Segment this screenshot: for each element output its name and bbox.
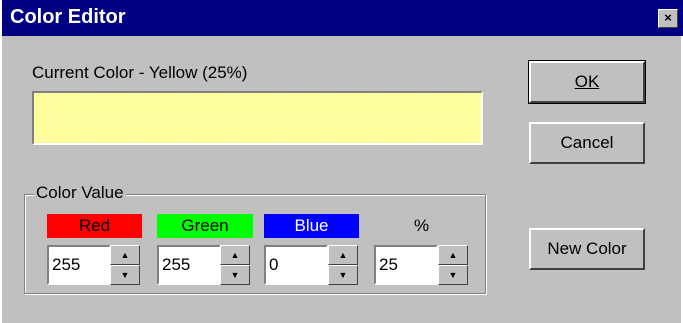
percent-spinner: ▲ ▼ [438,245,468,285]
ok-button-label: OK [574,72,600,91]
green-label: Green [157,214,253,238]
color-value-group-title: Color Value [34,183,126,203]
color-swatch [32,91,483,145]
percent-spin-up-button[interactable]: ▲ [438,245,468,265]
new-color-button[interactable]: New Color [529,228,645,270]
red-spin-up-button[interactable]: ▲ [110,245,140,265]
green-spinner: ▲ ▼ [220,245,250,285]
red-spin-down-button[interactable]: ▼ [110,265,140,285]
percent-label: % [413,216,430,235]
blue-value-input[interactable]: 0 [264,245,328,285]
green-value-input[interactable]: 255 [157,245,221,285]
color-editor-window: Color Editor × Current Color - Yellow (2… [0,0,683,323]
ok-button[interactable]: OK [528,60,646,104]
cancel-button-label: Cancel [560,133,614,152]
title-bar[interactable]: Color Editor × [2,0,683,36]
close-button[interactable]: × [658,9,678,28]
percent-value-input[interactable]: 25 [374,245,438,285]
green-spin-down-button[interactable]: ▼ [220,265,250,285]
cancel-button[interactable]: Cancel [529,122,645,164]
green-spin-up-button[interactable]: ▲ [220,245,250,265]
red-spinner: ▲ ▼ [110,245,140,285]
blue-spin-down-button[interactable]: ▼ [328,265,358,285]
new-color-button-label: New Color [547,239,627,258]
blue-label: Blue [264,214,359,238]
current-color-label: Current Color - Yellow (25%) [32,63,248,82]
blue-spinner: ▲ ▼ [328,245,358,285]
percent-spin-down-button[interactable]: ▼ [438,265,468,285]
red-label: Red [47,214,142,238]
red-value-input[interactable]: 255 [47,245,111,285]
blue-spin-up-button[interactable]: ▲ [328,245,358,265]
window-title: Color Editor [10,6,126,28]
